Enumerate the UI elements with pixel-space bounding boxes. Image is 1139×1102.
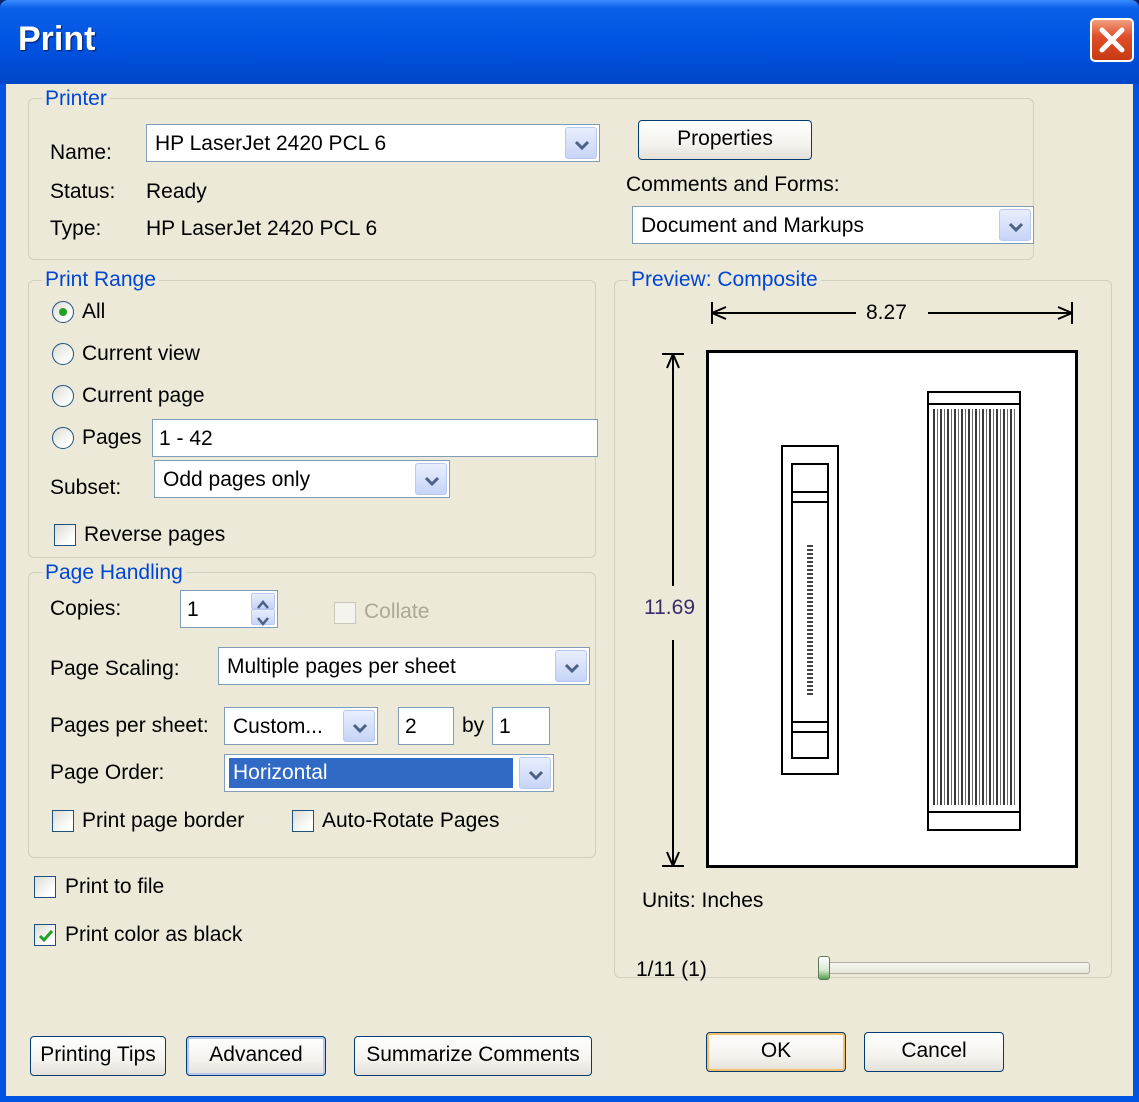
pages-range-input[interactable]: 1 - 42 [152, 419, 598, 457]
pages-per-sheet-y-input[interactable]: 1 [492, 707, 550, 745]
radio-all-label[interactable]: All [82, 300, 105, 324]
preview-page [706, 350, 1078, 868]
chevron-down-icon [424, 476, 440, 487]
print-color-as-black-label[interactable]: Print color as black [65, 923, 242, 947]
by-label: by [462, 714, 485, 737]
thumbnail-page-narrow [781, 445, 839, 775]
chevron-down-icon [257, 617, 269, 626]
page-scaling-value: Multiple pages per sheet [227, 655, 456, 678]
cancel-button[interactable]: Cancel [864, 1032, 1004, 1072]
page-order-value: Horizontal [229, 758, 513, 788]
pages-per-sheet-x-input[interactable]: 2 [398, 707, 454, 745]
subset-select[interactable]: Odd pages only [154, 460, 450, 498]
pages-per-sheet-label: Pages per sheet: [50, 714, 209, 737]
copies-stepper[interactable]: 1 [180, 590, 278, 628]
radio-current-view[interactable] [52, 343, 74, 365]
printer-legend: Printer [42, 87, 110, 111]
copies-value: 1 [187, 598, 199, 621]
chevron-down-icon [574, 140, 590, 151]
page-scaling-dropdown-button[interactable] [555, 650, 587, 682]
print-to-file-label[interactable]: Print to file [65, 875, 164, 899]
checkmark-icon [38, 930, 54, 943]
pages-range-value: 1 - 42 [159, 427, 213, 450]
printer-type-value: HP LaserJet 2420 PCL 6 [146, 217, 378, 240]
preview-page-slider[interactable] [818, 962, 1090, 974]
height-dimension-label: 11.69 [644, 596, 695, 619]
page-scaling-select[interactable]: Multiple pages per sheet [218, 647, 590, 685]
auto-rotate-label[interactable]: Auto-Rotate Pages [322, 809, 499, 833]
printer-status-label: Status: [50, 180, 116, 203]
preview-legend: Preview: Composite [628, 268, 821, 292]
printing-tips-button[interactable]: Printing Tips [30, 1036, 166, 1076]
copies-increment-button[interactable] [251, 593, 275, 609]
pages-per-sheet-y-value: 1 [499, 715, 511, 738]
comments-forms-dropdown-button[interactable] [999, 209, 1031, 241]
print-to-file-checkbox[interactable] [34, 876, 56, 898]
chevron-down-icon [352, 723, 368, 734]
units-label: Units: Inches [642, 889, 764, 912]
radio-pages[interactable] [52, 427, 74, 449]
pages-per-sheet-dropdown-button[interactable] [343, 710, 375, 742]
ok-button[interactable]: OK [706, 1032, 846, 1072]
page-order-select[interactable]: Horizontal [224, 754, 554, 792]
dialog-body: Printer Name: HP LaserJet 2420 PCL 6 Sta… [6, 84, 1133, 1096]
advanced-button[interactable]: Advanced [186, 1036, 326, 1076]
collate-label: Collate [364, 600, 430, 623]
thumbnail-text-column [807, 545, 813, 695]
page-indicator: 1/11 (1) [636, 958, 707, 981]
collate-checkbox[interactable] [334, 602, 356, 624]
width-dimension-label: 8.27 [866, 301, 907, 324]
subset-label: Subset: [50, 476, 122, 499]
thumbnail-page-text [927, 391, 1021, 831]
title-bar: Print [0, 0, 1139, 84]
preview-slider-thumb[interactable] [818, 956, 830, 980]
printer-name-select[interactable]: HP LaserJet 2420 PCL 6 [146, 124, 600, 162]
subset-dropdown-button[interactable] [415, 463, 447, 495]
radio-all[interactable] [52, 301, 74, 323]
reverse-pages-label[interactable]: Reverse pages [84, 523, 225, 547]
chevron-down-icon [1008, 222, 1024, 233]
print-dialog: Print Printer Name: HP LaserJet 2420 PCL… [0, 0, 1139, 1102]
printer-status-value: Ready [146, 180, 207, 203]
close-icon [1099, 27, 1125, 53]
radio-pages-label[interactable]: Pages [82, 426, 142, 450]
print-page-border-label[interactable]: Print page border [82, 809, 244, 833]
page-order-label: Page Order: [50, 761, 165, 784]
printer-type-label: Type: [50, 217, 102, 240]
copies-label: Copies: [50, 597, 122, 620]
comments-forms-select[interactable]: Document and Markups [632, 206, 1034, 244]
page-scaling-label: Page Scaling: [50, 657, 180, 680]
printer-name-dropdown-button[interactable] [565, 127, 597, 159]
properties-button[interactable]: Properties [638, 120, 812, 160]
page-handling-legend: Page Handling [42, 561, 186, 585]
printer-name-value: HP LaserJet 2420 PCL 6 [155, 132, 387, 155]
print-range-legend: Print Range [42, 268, 159, 292]
pages-per-sheet-value: Custom... [233, 715, 323, 738]
thumbnail-inner-frame [791, 463, 829, 759]
summarize-comments-button[interactable]: Summarize Comments [354, 1036, 592, 1076]
radio-current-view-label[interactable]: Current view [82, 342, 200, 366]
radio-current-page-label[interactable]: Current page [82, 384, 205, 408]
thumbnail-dense-text [933, 409, 1015, 805]
copies-decrement-button[interactable] [251, 609, 275, 626]
comments-forms-value: Document and Markups [641, 214, 864, 237]
close-button[interactable] [1090, 18, 1134, 62]
print-page-border-checkbox[interactable] [52, 810, 74, 832]
printer-name-label: Name: [50, 141, 112, 164]
auto-rotate-checkbox[interactable] [292, 810, 314, 832]
page-order-dropdown-button[interactable] [519, 757, 551, 789]
radio-selected-dot [59, 308, 67, 316]
subset-value: Odd pages only [163, 468, 311, 491]
chevron-down-icon [564, 663, 580, 674]
radio-current-page[interactable] [52, 385, 74, 407]
pages-per-sheet-x-value: 2 [405, 715, 417, 738]
chevron-down-icon [528, 770, 544, 781]
window-title: Print [18, 20, 96, 58]
reverse-pages-checkbox[interactable] [54, 524, 76, 546]
comments-forms-label: Comments and Forms: [626, 173, 840, 196]
print-color-as-black-checkbox[interactable] [34, 924, 56, 946]
pages-per-sheet-select[interactable]: Custom... [224, 707, 378, 745]
